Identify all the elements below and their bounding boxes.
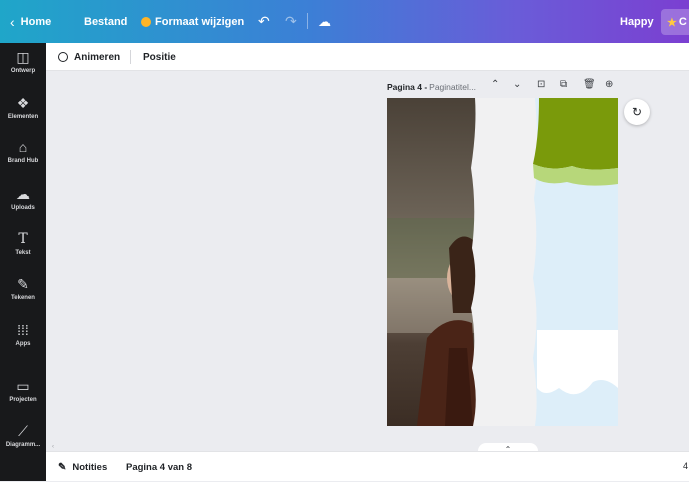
design-canvas[interactable]: [387, 98, 618, 426]
sidebar-item-label: Ontwerp: [10, 68, 36, 74]
sidebar-item-label: Projecten: [9, 397, 37, 403]
sidebar-item-label: Uploads: [11, 205, 35, 211]
sidebar-item-label: Apps: [15, 341, 31, 347]
page-counter[interactable]: Pagina 4 van 8: [126, 452, 192, 482]
top-toolbar: ‹ Home Bestand Formaat wijzigen ↶ ↷ ☁ Ha…: [0, 0, 689, 43]
duplicate-icon[interactable]: ⧉: [560, 79, 567, 90]
add-page-icon[interactable]: ⊕: [605, 79, 613, 90]
animate-icon: [58, 52, 68, 62]
page-label: Pagina 4 -: [387, 82, 428, 92]
notes-label: Notities: [72, 461, 108, 473]
undo-icon[interactable]: ↶: [258, 0, 270, 43]
chevron-down-icon[interactable]: ⌄: [513, 79, 521, 90]
redo-icon[interactable]: ↷: [285, 0, 297, 43]
page-title-input[interactable]: Paginatitel...: [429, 82, 476, 92]
notes-icon: ✎: [58, 461, 67, 473]
refresh-icon[interactable]: ↻: [624, 99, 650, 125]
sidebar-item-label: Elementen: [7, 114, 39, 120]
position-button[interactable]: Positie: [143, 43, 176, 71]
home-label: Home: [20, 15, 52, 28]
toolbar-divider: [130, 50, 131, 64]
chart-icon: ⟋: [18, 423, 28, 439]
notes-button[interactable]: ✎ Notities: [58, 452, 107, 482]
pro-label: C: [678, 16, 687, 28]
folder-icon: ▭: [16, 378, 30, 394]
design-artwork: [387, 98, 618, 426]
chevron-up-icon[interactable]: ⌃: [491, 79, 499, 90]
star-icon: ★: [667, 16, 677, 29]
text-icon: T: [18, 231, 28, 247]
draw-icon: ✎: [17, 276, 29, 292]
brand-icon: ⌂: [18, 139, 28, 155]
bottom-bar: ✎ Notities Pagina 4 van 8 4: [46, 451, 689, 481]
sidebar-item-label: Tekenen: [11, 295, 35, 301]
sidebar-item-tekst[interactable]: T Tekst: [0, 232, 46, 256]
sidebar-item-label: Brand Hub: [7, 158, 39, 164]
animate-label: Animeren: [74, 51, 121, 63]
torn-paper-strip: [471, 98, 537, 426]
resize-button[interactable]: Formaat wijzigen: [141, 0, 244, 43]
pro-button[interactable]: ★ C: [661, 9, 689, 35]
layout-icon: ◫: [16, 49, 30, 65]
sidebar-item-label: Tekst: [15, 250, 31, 256]
sidebar-item-apps[interactable]: ⁞⁞⁞ Apps: [0, 323, 46, 347]
apps-grid-icon: ⁞⁞⁞: [17, 322, 29, 338]
sidebar-item-elementen[interactable]: ❖ Elementen: [0, 96, 46, 120]
lock-icon[interactable]: ⊡: [537, 79, 545, 90]
green-shape: [533, 98, 618, 170]
sidebar-item-tekenen[interactable]: ✎ Tekenen: [0, 277, 46, 301]
happy-button[interactable]: Happy: [620, 0, 654, 43]
shapes-icon: ❖: [16, 95, 30, 111]
sidebar-item-uploads[interactable]: ☁ Uploads: [0, 187, 46, 211]
sidebar-item-projecten[interactable]: ▭ Projecten: [0, 379, 46, 403]
sidebar-item-label: Diagramm...: [5, 442, 41, 448]
crown-icon: [141, 16, 151, 27]
sidebar-item-diagrammen[interactable]: ⟋ Diagramm...: [0, 424, 46, 448]
chevron-left-icon: ‹: [10, 13, 15, 30]
edge-value: 4: [683, 461, 689, 471]
file-menu-button[interactable]: Bestand: [84, 0, 127, 43]
context-toolbar: Animeren Positie: [46, 43, 689, 71]
page-header: Pagina 4 - Paginatitel... ⌃ ⌄ ⊡ ⧉ 🗑 ⊕: [387, 78, 622, 96]
trash-icon[interactable]: 🗑: [583, 79, 596, 90]
scroll-indicator: ‹: [52, 444, 54, 450]
upload-cloud-icon: ☁: [16, 186, 30, 202]
toolbar-divider: [307, 13, 308, 29]
home-button[interactable]: ‹ Home: [10, 0, 51, 43]
left-sidebar: ◫ Ontwerp ❖ Elementen ⌂ Brand Hub ☁ Uplo…: [0, 43, 46, 481]
sidebar-item-ontwerp[interactable]: ◫ Ontwerp: [0, 50, 46, 74]
resize-label: Formaat wijzigen: [155, 15, 245, 28]
animate-button[interactable]: Animeren: [58, 43, 120, 71]
sidebar-item-brand-hub[interactable]: ⌂ Brand Hub: [0, 140, 46, 164]
cloud-sync-icon[interactable]: ☁: [318, 0, 331, 43]
